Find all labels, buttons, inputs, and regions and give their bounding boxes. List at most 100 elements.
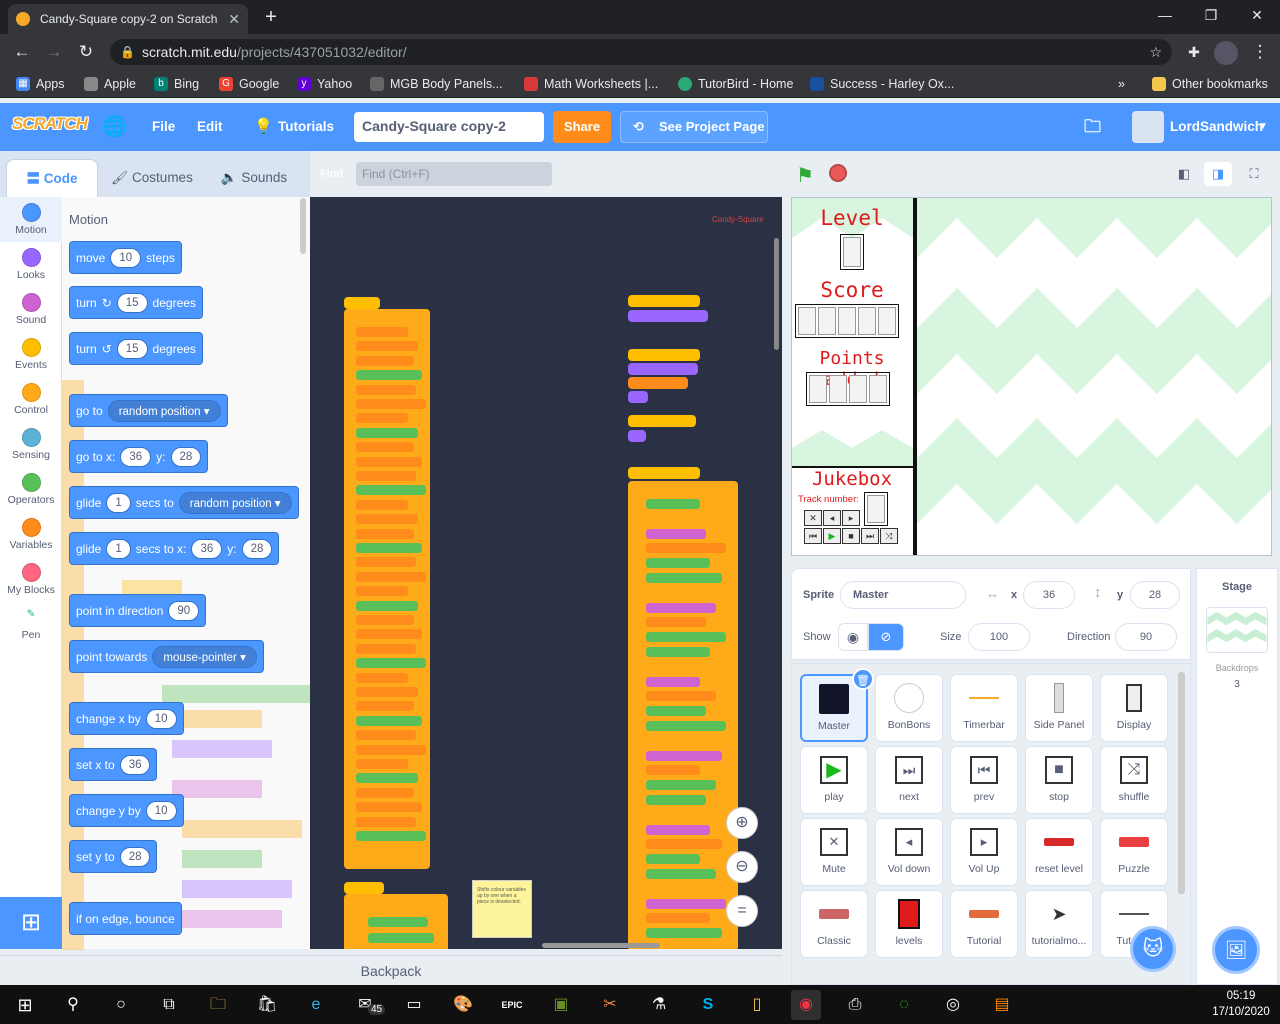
point-towards-dropdown[interactable]: mouse-pointer ▾ [152,645,257,668]
sprite-tile[interactable]: BonBons [875,674,943,742]
bookmark-math[interactable]: Math Worksheets |... [524,70,658,98]
stop-track-icon[interactable]: ■ [842,528,860,544]
go-to-xy-block[interactable]: go to x: 36 y: 28 [69,440,209,473]
category-sensing[interactable]: Sensing [0,422,62,467]
category-control[interactable]: Control [0,377,62,422]
vol-up-icon[interactable]: ▸ [842,510,860,526]
restore-window-icon[interactable]: ❐ [1188,0,1234,30]
sprite-y-input[interactable]: 28 [1130,581,1180,609]
address-bar[interactable]: 🔒 scratch.mit.edu/projects/437051032/edi… [110,39,1172,65]
jar-app-icon[interactable]: ⚗ [644,990,674,1020]
chrome-taskbar-icon[interactable]: ◉ [791,990,821,1020]
forward-arrow-icon[interactable]: → [42,40,66,64]
bookmark-apple[interactable]: Apple [84,70,136,98]
media-app-icon[interactable]: ▭ [399,990,429,1020]
point-in-direction-block[interactable]: point in direction 90 [69,594,207,627]
palette-scrollbar[interactable] [300,198,306,254]
stage-canvas[interactable]: Level Score Points added Jukebox Track n… [791,197,1272,556]
sprite-tile[interactable]: ▶ play [800,746,868,814]
store-icon[interactable]: 🛍 [252,990,282,1020]
set-y-input[interactable]: 28 [119,846,151,867]
sprite-name-input[interactable]: Master [840,581,966,609]
other-bookmarks[interactable]: Other bookmarks [1152,70,1268,98]
bookmark-star-icon[interactable]: ☆ [1149,39,1162,65]
switch-costume-block[interactable] [628,310,708,322]
category-events[interactable]: Events [0,332,62,377]
bookmark-google[interactable]: G Google [219,70,279,98]
printer-app-icon[interactable]: ⎙ [840,990,870,1020]
sprite-size-input[interactable]: 100 [968,623,1030,651]
category-looks[interactable]: Looks [0,242,62,287]
add-sprite-cat-icon[interactable]: 🐱 [1130,926,1176,972]
bookmark-yahoo[interactable]: y Yahoo [297,70,352,98]
close-window-icon[interactable]: ✕ [1234,0,1280,30]
sprite-direction-input[interactable]: 90 [1115,623,1177,651]
sprite-tile[interactable]: reset level [1025,818,1093,886]
glide-xy-block[interactable]: glide 1 secs to x: 36 y: 28 [69,532,280,565]
glide-y-input[interactable]: 28 [241,538,273,559]
when-receive-hat[interactable] [628,295,700,307]
sprite-tile[interactable]: ⤨ shuffle [1100,746,1168,814]
sprite-tile[interactable]: ⏭ next [875,746,943,814]
sprite-tile[interactable]: Master 🗑 [800,668,874,742]
epic-games-icon[interactable]: EPIC [497,990,527,1020]
sprite-tile[interactable]: levels [875,890,943,958]
find-input[interactable]: Find (Ctrl+F) [356,162,552,186]
reload-icon[interactable]: ↻ [74,40,98,64]
paint-app-icon[interactable]: 🎨 [448,990,478,1020]
scratch-logo[interactable]: SCRATCH [12,114,88,140]
next-track-icon[interactable]: ⏭ [861,528,879,544]
bookmark-harley[interactable]: Success - Harley Ox... [810,70,954,98]
add-extension-button[interactable]: ⊞ [0,897,62,949]
normal-stage-icon[interactable]: ◨ [1204,162,1232,186]
when-receive-hat[interactable] [628,467,700,479]
document-app-icon[interactable]: ▤ [987,990,1017,1020]
category-motion[interactable]: Motion [0,197,62,242]
my-stuff-folder-icon[interactable]: 🗀 [1084,103,1101,151]
sprite-x-input[interactable]: 36 [1023,581,1075,609]
project-title-input[interactable]: Candy-Square copy-2 [354,112,544,142]
sprite-tile[interactable]: ▸ Vol Up [950,818,1018,886]
fullscreen-icon[interactable]: ⛶ [1240,162,1268,186]
glide-block[interactable]: glide 1 secs to random position ▾ [69,486,299,519]
extensions-puzzle-icon[interactable]: ✚ [1182,40,1206,64]
hat-block-2[interactable] [344,882,384,894]
windows-start-icon[interactable]: ⊞ [10,990,40,1020]
when-receive-hat[interactable] [628,349,700,361]
username-menu[interactable]: LordSandwich [1170,103,1263,151]
category-sound[interactable]: Sound [0,287,62,332]
change-x-input[interactable]: 10 [145,708,177,729]
move-steps-input[interactable]: 10 [110,247,142,268]
category-operators[interactable]: Operators [0,467,62,512]
back-arrow-icon[interactable]: ← [10,40,34,64]
vol-down-icon[interactable]: ◂ [823,510,841,526]
green-ring-app-icon[interactable]: ◌ [889,990,919,1020]
tab-code[interactable]: 〓 Code [6,159,98,197]
play-track-icon[interactable]: ▶ [823,528,841,544]
delete-sprite-icon[interactable]: 🗑 [852,668,874,690]
show-block[interactable] [628,391,648,403]
sprite-tile[interactable]: ◂ Vol down [875,818,943,886]
set-x-block[interactable]: set x to 36 [69,748,158,781]
small-stage-icon[interactable]: ◧ [1170,162,1198,186]
sprite-tile[interactable]: Tutorial [950,890,1018,958]
bookmark-mgb[interactable]: MGB Body Panels... [370,70,503,98]
hat-block[interactable] [344,297,380,309]
cortana-circle-icon[interactable]: ○ [106,990,136,1020]
edit-menu[interactable]: Edit [197,103,223,151]
notes-app-icon[interactable]: ▯ [742,990,772,1020]
turn-left-input[interactable]: 15 [116,338,148,359]
glide-x-input[interactable]: 36 [191,538,223,559]
browser-menu-icon[interactable]: ⋮ [1248,40,1272,64]
glide-xy-secs-input[interactable]: 1 [106,538,131,559]
zoom-in-icon[interactable]: ⊕ [726,807,758,839]
sprite-tile[interactable]: ➤ tutorialmo... [1025,890,1093,958]
browser-tab[interactable]: Candy-Square copy-2 on Scratch ✕ [8,4,248,34]
tutorials-menu[interactable]: Tutorials [278,103,334,151]
share-button[interactable]: Share [553,111,611,143]
tab-costumes[interactable]: 🖌 Costumes [100,159,204,197]
sprite-tile[interactable]: ■ stop [1025,746,1093,814]
profile-avatar-icon[interactable] [1214,41,1238,65]
skype-icon[interactable]: S [693,990,723,1020]
set-y-block[interactable]: set y to 28 [69,840,158,873]
